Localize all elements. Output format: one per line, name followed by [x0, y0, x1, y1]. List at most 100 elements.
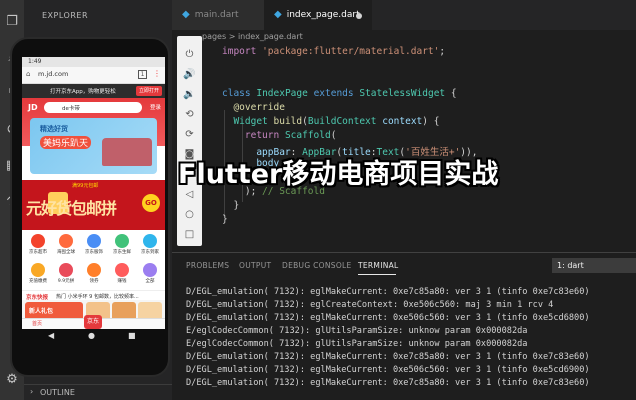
terminal-line: E/eglCodecCommon( 7132): glUtilsParamSiz… [186, 339, 528, 349]
category-icon-item[interactable]: 充值缴费 [24, 261, 52, 289]
phone-time: 1:49 [28, 58, 42, 65]
volume-down-icon[interactable]: 🔉 [181, 86, 198, 103]
terminal-line: D/EGL_emulation( 7132): eglMakeCurrent: … [186, 365, 590, 375]
category-label: 充值缴费 [29, 279, 47, 284]
home-circle-icon[interactable]: ● [88, 331, 95, 340]
category-icon [87, 234, 101, 248]
category-icon [115, 234, 129, 248]
category-icon-item[interactable]: 京东生鲜 [108, 232, 136, 260]
category-icon-item[interactable]: 海囤全球 [52, 232, 80, 260]
category-icon [115, 263, 129, 277]
code-line: class IndexPage extends StatelessWidget … [222, 88, 457, 99]
category-label: 京东到家 [141, 250, 159, 255]
overview-icon[interactable]: □ [181, 226, 198, 243]
category-icon-item[interactable]: 京东服饰 [80, 232, 108, 260]
category-icon-item[interactable]: 9.9元拼 [52, 261, 80, 289]
jd-search-text: de卡带 [62, 106, 80, 112]
overlay-title: Flutter移动电商项目实战 [178, 159, 499, 190]
android-nav-bar: ◀ ● ■ [22, 331, 165, 343]
jd-logo[interactable]: JD [28, 103, 38, 112]
category-icon [31, 263, 45, 277]
category-icons: 京东超市 海囤全球 京东服饰 京东生鲜 京东到家充值缴费 9.9元拼 领券 赚钱 全部 [22, 232, 165, 290]
power-icon[interactable]: ⏻ [181, 46, 198, 63]
tab-index-page-dart[interactable]: ◆ index_page.dart [264, 0, 372, 30]
breadcrumb[interactable]: pages > index_page.dart [172, 30, 636, 44]
tab-debug-console[interactable]: DEBUG CONSOLE [282, 261, 352, 270]
back-icon[interactable]: ◀ [48, 331, 54, 340]
hero-title: 美妈乐趴天 [40, 136, 92, 149]
bottom-navbar: 首页 京东 [22, 315, 165, 329]
category-label: 海囤全球 [57, 250, 75, 255]
rotate-right-icon[interactable]: ⟳ [181, 126, 198, 143]
tab-output[interactable]: OUTPUT [239, 261, 271, 270]
news-ticker[interactable]: 京东快报 热门 小米手环 9 包邮数，比较频率... [22, 290, 165, 301]
chevron-right-icon: › [30, 387, 34, 396]
tab-label: index_page.dart [286, 10, 360, 20]
code-line: Widget build(BuildContext context) { [222, 116, 440, 127]
app-banner-text: 打开京东App，购物更轻松 [50, 89, 116, 95]
terminal-line: D/EGL_emulation( 7132): eglMakeCurrent: … [186, 287, 590, 297]
code-line: } [222, 214, 228, 225]
category-label: 全部 [145, 279, 155, 284]
category-label: 京东服饰 [85, 250, 103, 255]
dart-file-icon: ◆ [274, 9, 282, 20]
outline-label: OUTLINE [40, 388, 75, 397]
open-app-button[interactable]: 立即打开 [135, 86, 162, 96]
code-editor[interactable]: import 'package:flutter/material.dart'; … [210, 44, 636, 244]
home-icon[interactable]: ⌂ [26, 70, 30, 78]
nav-home[interactable]: 首页 [32, 320, 42, 327]
gear-icon[interactable]: ⚙ [4, 372, 20, 388]
recents-icon[interactable]: ■ [128, 331, 136, 340]
app-download-banner: 打开京东App，购物更轻松 立即打开 [22, 84, 165, 98]
jd-login-link[interactable]: 登录 [150, 103, 161, 111]
category-icon [143, 234, 157, 248]
terminal-line: D/EGL_emulation( 7132): eglMakeCurrent: … [186, 313, 590, 323]
tab-problems[interactable]: PROBLEMS [186, 261, 229, 270]
terminal-line: D/EGL_emulation( 7132): eglCreateContext… [186, 300, 554, 310]
terminal-line: D/EGL_emulation( 7132): eglMakeCurrent: … [186, 352, 590, 362]
category-icon-item[interactable]: 京东超市 [24, 232, 52, 260]
news-text: 热门 小米手环 9 包邮数，比较频率... [56, 294, 139, 300]
promo-title: 元好货包邮拼 [26, 199, 117, 218]
terminal-line: D/EGL_emulation( 7132): eglMakeCurrent: … [186, 378, 590, 388]
category-icon-item[interactable]: 京东到家 [136, 232, 164, 260]
volume-up-icon[interactable]: 🔊 [181, 66, 198, 83]
category-label: 京东生鲜 [113, 250, 131, 255]
hero-tag: 精选好货 [40, 125, 68, 133]
category-label: 赚钱 [117, 279, 127, 284]
tab-main-dart[interactable]: ◆ main.dart [172, 0, 264, 30]
rotate-left-icon[interactable]: ⟲ [181, 106, 198, 123]
category-icon-item[interactable]: 赚钱 [108, 261, 136, 289]
outline-section[interactable]: › OUTLINE [24, 384, 172, 400]
jd-search-box[interactable]: de卡带 [44, 102, 142, 113]
dart-file-icon: ◆ [182, 9, 190, 20]
category-icon [87, 263, 101, 277]
browser-url-bar[interactable]: ⌂ m.jd.com 1 ⋮ [22, 67, 165, 84]
files-icon[interactable]: ❐ [4, 14, 20, 30]
gift-text: 新人礼包 [29, 308, 54, 315]
tab-label: main.dart [194, 10, 239, 20]
category-label: 9.9元拼 [57, 279, 75, 284]
phone-screen[interactable]: 1:49 ⌂ m.jd.com 1 ⋮ 打开京东App，购物更轻松 立即打开 J… [22, 57, 165, 329]
sidebar-title: EXPLORER [42, 11, 88, 20]
code-line: @override [222, 102, 285, 113]
hero-banner[interactable]: 精选好货 美妈乐趴天 [30, 118, 157, 174]
url-text[interactable]: m.jd.com [38, 70, 68, 78]
unsaved-dot-icon[interactable] [356, 13, 362, 19]
active-tab-underline [358, 274, 396, 275]
home-icon[interactable]: ○ [181, 206, 198, 223]
tabs-icon[interactable]: 1 [138, 70, 147, 79]
promo-go-button[interactable]: GO [142, 194, 160, 212]
category-icon-item[interactable]: 全部 [136, 261, 164, 289]
menu-icon[interactable]: ⋮ [153, 69, 161, 78]
tab-terminal[interactable]: TERMINAL [358, 261, 399, 270]
nav-jd-button[interactable]: 京东 [84, 315, 102, 329]
category-label: 领券 [89, 279, 99, 284]
promo-banner[interactable]: 满99元包邮 元好货包邮拼 GO [22, 180, 165, 230]
category-icon-item[interactable]: 领券 [80, 261, 108, 289]
terminal-line: E/eglCodecCommon( 7132): glUtilsParamSiz… [186, 326, 528, 336]
phone-status-bar: 1:49 [22, 57, 165, 67]
jd-header: JD de卡带 登录 精选好货 美妈乐趴天 [22, 98, 165, 178]
code-line: return Scaffold( [222, 130, 337, 141]
terminal-select[interactable]: 1: dart [552, 258, 636, 273]
